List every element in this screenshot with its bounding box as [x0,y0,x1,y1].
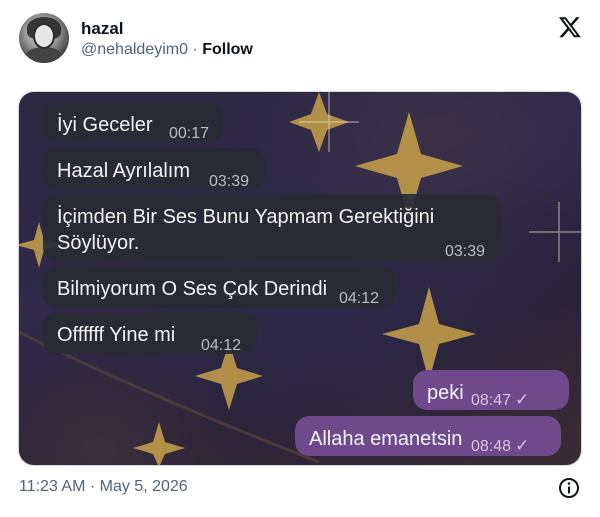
star-shape [133,422,185,465]
message-text: Bilmiyorum O Ses Çok Derindi [57,278,328,300]
message-time-value: 08:48 [471,438,512,455]
message-time: 08:47 ✓ [471,387,529,414]
user-handle[interactable]: @nehaldeyim0 [81,41,188,58]
message-text: İyi Geceler [57,114,153,136]
message-time: 00:17 [169,125,210,142]
message-time: 08:48 ✓ [471,433,529,460]
check-icon: ✓ [515,436,530,455]
message-time: 03:39 [209,173,250,190]
chat-screenshot-image[interactable]: İyi Geceler 00:17 Hazal Ayrılalım 03:39 … [18,91,582,466]
info-icon[interactable] [558,477,580,499]
tweet-header: hazal @nehaldeyim0 · Follow [0,0,600,80]
star-shape [382,287,476,381]
message-bubble-incoming[interactable]: Bilmiyorum O Ses Çok Derindi 04:12 [43,266,395,308]
handle-row: @nehaldeyim0 · Follow [81,41,253,59]
message-time: 04:12 [339,290,380,307]
message-bubble-incoming[interactable]: İçimden Bir Ses Bunu Yapmam Gerektiğini … [43,194,501,262]
message-bubble-incoming[interactable]: İyi Geceler 00:17 [43,102,223,142]
check-icon: ✓ [515,390,530,409]
x-logo-icon[interactable] [558,15,582,39]
message-bubble-outgoing[interactable]: peki 08:47 ✓ [413,370,569,410]
message-text: İçimden Bir Ses Bunu Yapmam Gerektiğini … [57,206,435,254]
message-bubble-incoming[interactable]: Offffff Yine mi 04:12 [43,312,257,354]
avatar[interactable] [19,13,69,63]
display-name[interactable]: hazal [81,19,124,39]
message-time-value: 08:47 [471,392,512,409]
message-text: Offffff Yine mi [57,324,176,346]
follow-button[interactable]: Follow [202,41,253,58]
message-text: Hazal Ayrılalım [57,160,191,182]
separator-dot: · [192,41,198,58]
message-time: 03:39 [445,243,486,260]
message-text: peki [427,382,464,404]
message-bubble-incoming[interactable]: Hazal Ayrılalım 03:39 [43,148,265,190]
avatar-face-shape [33,23,55,49]
message-text: Allaha emanetsin [309,428,463,450]
message-time: 04:12 [201,337,242,354]
tweet-timestamp[interactable]: 11:23 AM · May 5, 2026 [19,478,188,496]
message-bubble-outgoing[interactable]: Allaha emanetsin 08:48 ✓ [295,416,561,456]
avatar-body-shape [25,47,63,63]
